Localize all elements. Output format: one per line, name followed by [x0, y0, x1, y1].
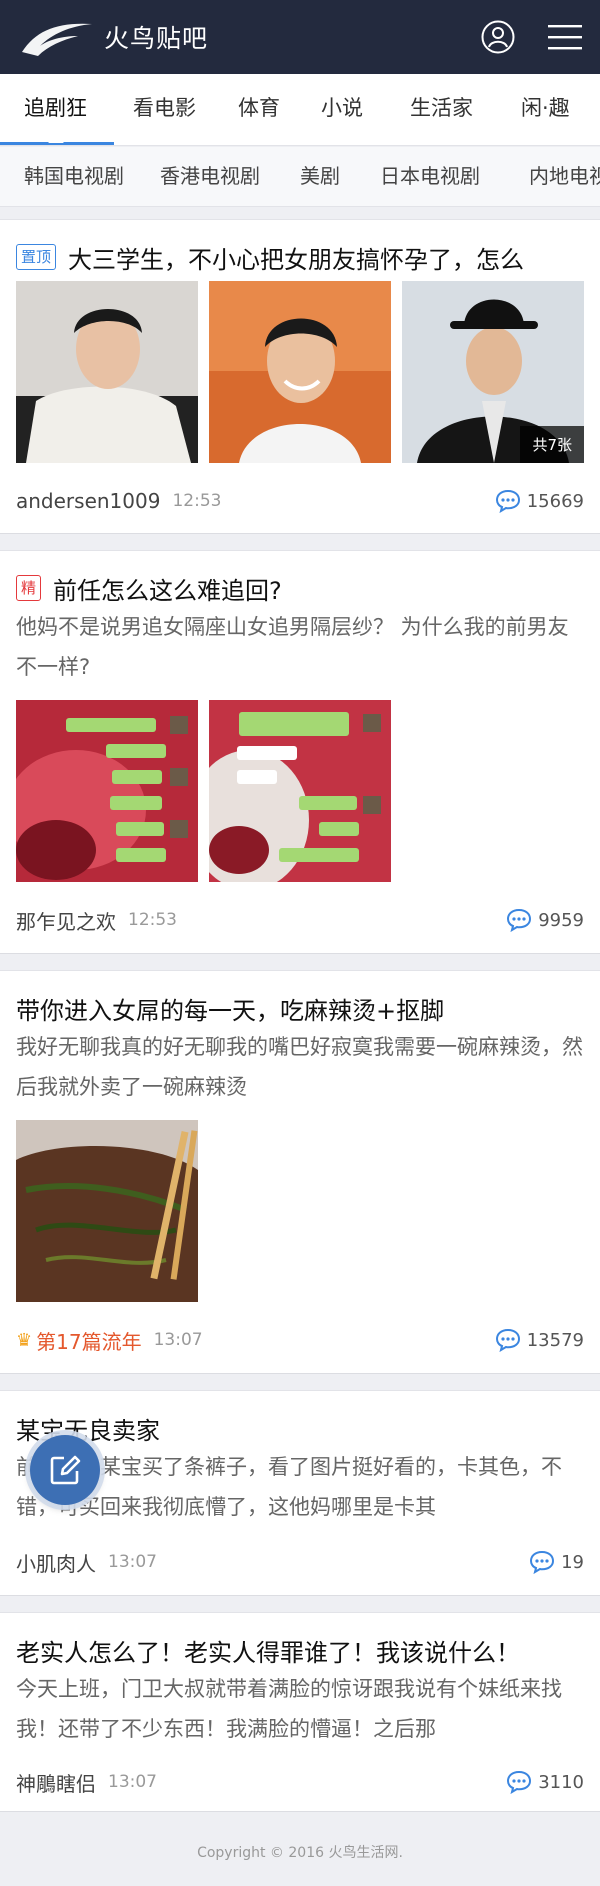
post-summary: 他妈不是说男追女隔座山女追男隔层纱？ 为什么我的前男友不一样? [16, 615, 569, 679]
edit-icon [50, 1455, 81, 1485]
post-title-row: 置顶 大三学生，不小心把女朋友搞怀孕了，怎么 [16, 240, 584, 274]
post-meta: 那乍见之欢 12:53 9959 [16, 905, 584, 935]
post-meta: 小肌肉人 13:07 19 [16, 1547, 584, 1577]
logo[interactable]: 火鸟贴吧 [18, 16, 208, 58]
subtab-mainland-drama[interactable]: 内地电视剧 [529, 147, 600, 206]
footer-copyright: Copyright © 2016 火鸟生活网. [197, 1845, 403, 1861]
post-time: 13:07 [153, 1330, 203, 1350]
tab-shenghuojia[interactable]: 生活家 [410, 74, 473, 145]
app-header: 火鸟贴吧 [0, 0, 600, 74]
comment-icon [495, 1328, 520, 1352]
reply-count[interactable]: 9959 [506, 908, 584, 932]
post-author[interactable]: 第17篇流年 [36, 1326, 141, 1355]
reply-count-value: 3110 [538, 1771, 584, 1793]
post-time: 13:07 [108, 1552, 157, 1572]
post-title-row: 精 前任怎么这么难追回? [16, 571, 584, 605]
reply-count[interactable]: 13579 [495, 1328, 584, 1352]
subtab-jp-drama[interactable]: 日本电视剧 [380, 147, 480, 206]
post-meta: ♛ 第17篇流年 13:07 13579 [16, 1325, 584, 1355]
post-summary: 前几天在某宝买了条裤子，看了图片挺好看的，卡其色，不错，可买回来我彻底懵了，这他… [16, 1455, 562, 1519]
reply-count[interactable]: 3110 [506, 1770, 584, 1794]
comment-icon [495, 489, 520, 513]
tab-tiyu[interactable]: 体育 [238, 74, 280, 145]
logo-icon [22, 23, 92, 56]
post-image[interactable]: 共7张 [402, 281, 584, 463]
menu-icon [548, 25, 582, 50]
comment-icon [530, 1550, 555, 1574]
image-count-badge: 共7张 [520, 426, 584, 463]
post-title[interactable]: 大三学生，不小心把女朋友搞怀孕了，怎么 [68, 240, 524, 274]
post-title[interactable]: 前任怎么这么难追回? [53, 571, 282, 605]
post-image[interactable] [16, 1120, 198, 1302]
post-title-row: 带你进入女屌的每一天，吃麻辣烫+抠脚 [16, 991, 584, 1025]
post-title[interactable]: 老实人怎么了！老实人得罪谁了！我该说什么！ [16, 1633, 520, 1667]
post-summary: 今天上班，门卫大叔就带着满脸的惊讶跟我说有个妹纸来找我！还带了不少东西！我满脸的… [16, 1677, 562, 1741]
user-button[interactable] [477, 16, 519, 58]
post-author[interactable]: 那乍见之欢 [16, 906, 116, 935]
subtab-hk-drama[interactable]: 香港电视剧 [160, 147, 260, 206]
post-meta: andersen1009 12:53 15669 [16, 486, 584, 516]
post-time: 13:07 [108, 1772, 157, 1792]
post-images: 共7张 [16, 281, 584, 463]
post-card[interactable]: 带你进入女屌的每一天，吃麻辣烫+抠脚 我好无聊我真的好无聊我的嘴巴好寂寞我需要一… [0, 970, 600, 1374]
tab-xiaoshuo[interactable]: 小说 [321, 74, 363, 145]
compose-button[interactable] [30, 1435, 100, 1505]
post-time: 12:53 [128, 910, 177, 930]
post-title-row: 老实人怎么了！老实人得罪谁了！我该说什么！ [16, 1633, 584, 1667]
subtab-korean-drama[interactable]: 韩国电视剧 [24, 147, 124, 206]
crown-icon: ♛ [16, 1329, 33, 1351]
primary-tabs: 追剧狂 看电影 体育 小说 生活家 闲·趣 [0, 74, 600, 146]
reply-count-value: 13579 [526, 1329, 584, 1351]
post-images [16, 700, 391, 882]
post-time: 12:53 [172, 491, 222, 511]
featured-tag: 精 [16, 575, 42, 601]
user-icon [481, 20, 515, 54]
reply-count[interactable]: 19 [529, 1550, 584, 1574]
post-summary: 我好无聊我真的好无聊我的嘴巴好寂寞我需要一碗麻辣烫，然后我就外卖了一碗麻辣烫 [16, 1035, 583, 1099]
post-title[interactable]: 某宝无良卖家 [16, 1411, 160, 1445]
post-image[interactable] [16, 700, 198, 882]
comment-icon [507, 1770, 532, 1794]
active-tab-arrow [48, 136, 64, 143]
post-image[interactable] [209, 281, 391, 463]
post-images [16, 1120, 198, 1302]
reply-count-value: 9959 [538, 909, 584, 931]
post-author[interactable]: 小肌肉人 [16, 1548, 96, 1577]
reply-count-value: 15669 [526, 490, 584, 512]
post-title[interactable]: 带你进入女屌的每一天，吃麻辣烫+抠脚 [16, 991, 444, 1025]
post-card[interactable]: 老实人怎么了！老实人得罪谁了！我该说什么！ 今天上班，门卫大叔就带着满脸的惊讶跟… [0, 1612, 600, 1812]
post-meta: 神鵰瞎侣 13:07 3110 [16, 1767, 584, 1797]
post-title-row: 某宝无良卖家 [16, 1411, 584, 1445]
tab-xianqu[interactable]: 闲·趣 [521, 74, 570, 145]
comment-icon [507, 908, 532, 932]
menu-button[interactable] [544, 16, 586, 58]
post-author[interactable]: 神鵰瞎侣 [16, 1768, 96, 1797]
pinned-tag: 置顶 [16, 244, 57, 270]
tab-kandianying[interactable]: 看电影 [133, 74, 196, 145]
post-author[interactable]: andersen1009 [16, 489, 160, 513]
post-card[interactable]: 精 前任怎么这么难追回? 他妈不是说男追女隔座山女追男隔层纱？ 为什么我的前男友… [0, 550, 600, 954]
subtab-us-drama[interactable]: 美剧 [300, 147, 340, 206]
post-image[interactable] [209, 700, 391, 882]
post-image[interactable] [16, 281, 198, 463]
secondary-tabs: 韩国电视剧 香港电视剧 美剧 日本电视剧 内地电视剧 [0, 147, 600, 207]
reply-count[interactable]: 15669 [495, 489, 584, 513]
post-card[interactable]: 置顶 大三学生，不小心把女朋友搞怀孕了，怎么 共7张 andersen1009 … [0, 219, 600, 534]
app-name: 火鸟贴吧 [104, 24, 209, 53]
reply-count-value: 19 [561, 1551, 584, 1573]
